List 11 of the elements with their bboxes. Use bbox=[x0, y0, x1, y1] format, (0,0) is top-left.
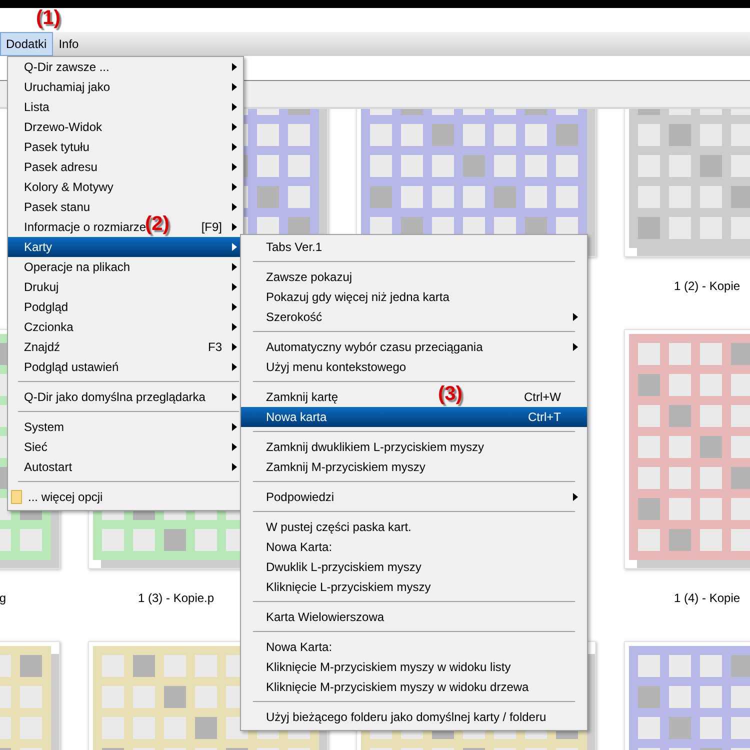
annotation-label: (2) bbox=[145, 213, 170, 235]
file-name: 1 (4) - Kopie bbox=[674, 591, 740, 605]
file-name: g bbox=[0, 591, 6, 605]
annotation-label: (3) bbox=[438, 383, 462, 405]
file-name: 1 (2) - Kopie bbox=[674, 279, 740, 293]
file-name: 1 (3) - Kopie.p bbox=[138, 591, 214, 605]
shortcut-text: F3 bbox=[208, 340, 222, 354]
annotation-label: (1) bbox=[36, 7, 60, 29]
shortcut-text: Ctrl+W bbox=[524, 390, 561, 404]
shortcut-text: [F9] bbox=[201, 220, 222, 234]
shortcut-text: Ctrl+T bbox=[528, 410, 561, 424]
